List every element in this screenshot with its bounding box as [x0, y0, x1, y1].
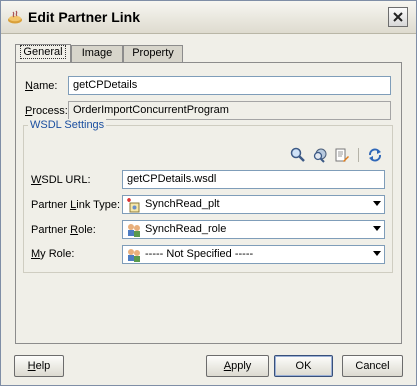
- partner-role-select[interactable]: SynchRead_role: [122, 220, 385, 239]
- apply-button[interactable]: Apply: [206, 355, 269, 377]
- help-button[interactable]: Help: [14, 355, 64, 377]
- title-bar[interactable]: Edit Partner Link: [1, 1, 416, 34]
- bpel-partner-link-icon: [8, 10, 22, 24]
- tab-image[interactable]: Image: [71, 45, 123, 62]
- chevron-down-icon: [373, 226, 381, 231]
- process-field: OrderImportConcurrentProgram: [68, 101, 391, 120]
- chevron-down-icon: [373, 251, 381, 256]
- service-explorer-icon[interactable]: [312, 147, 328, 163]
- edit-partner-link-dialog: Edit Partner Link General Image Property…: [0, 0, 417, 386]
- my-role-label: My Role:: [31, 248, 75, 260]
- wsdl-url-label: WSDL URL:: [31, 174, 91, 186]
- role-icon: [128, 249, 140, 262]
- partner-role-label: Partner Role:: [31, 224, 96, 236]
- tab-property-label: Property: [132, 47, 174, 59]
- dialog-title: Edit Partner Link: [28, 9, 141, 25]
- wsdl-edit-icon[interactable]: [334, 147, 350, 163]
- cancel-button[interactable]: Cancel: [342, 355, 403, 377]
- close-button[interactable]: [388, 7, 408, 27]
- refresh-icon[interactable]: [367, 147, 383, 163]
- my-role-select[interactable]: ----- Not Specified -----: [122, 245, 385, 264]
- name-label: Name:: [25, 80, 58, 92]
- tab-image-label: Image: [81, 47, 113, 59]
- partner-link-type-value: SynchRead_plt: [145, 198, 220, 210]
- my-role-value: ----- Not Specified -----: [145, 248, 254, 260]
- partner-link-type-icon: [127, 198, 140, 213]
- partner-role-value: SynchRead_role: [145, 223, 227, 235]
- ok-button[interactable]: OK: [274, 355, 333, 377]
- name-field[interactable]: getCPDetails: [68, 76, 391, 95]
- partner-link-type-select[interactable]: SynchRead_plt: [122, 195, 385, 214]
- wsdl-url-field[interactable]: getCPDetails.wsdl: [122, 170, 385, 189]
- process-label: Process:: [25, 105, 68, 117]
- close-icon: [393, 12, 403, 22]
- toolbar-separator: [358, 148, 359, 162]
- wsdl-settings-title: WSDL Settings: [28, 119, 107, 131]
- tab-property[interactable]: Property: [123, 45, 183, 62]
- partner-link-type-label: Partner Link Type:: [31, 199, 121, 211]
- tab-general-label: General: [20, 45, 66, 59]
- magnifier-icon[interactable]: [290, 147, 306, 163]
- role-icon: [128, 224, 140, 237]
- tab-general[interactable]: General: [15, 44, 71, 63]
- chevron-down-icon: [373, 201, 381, 206]
